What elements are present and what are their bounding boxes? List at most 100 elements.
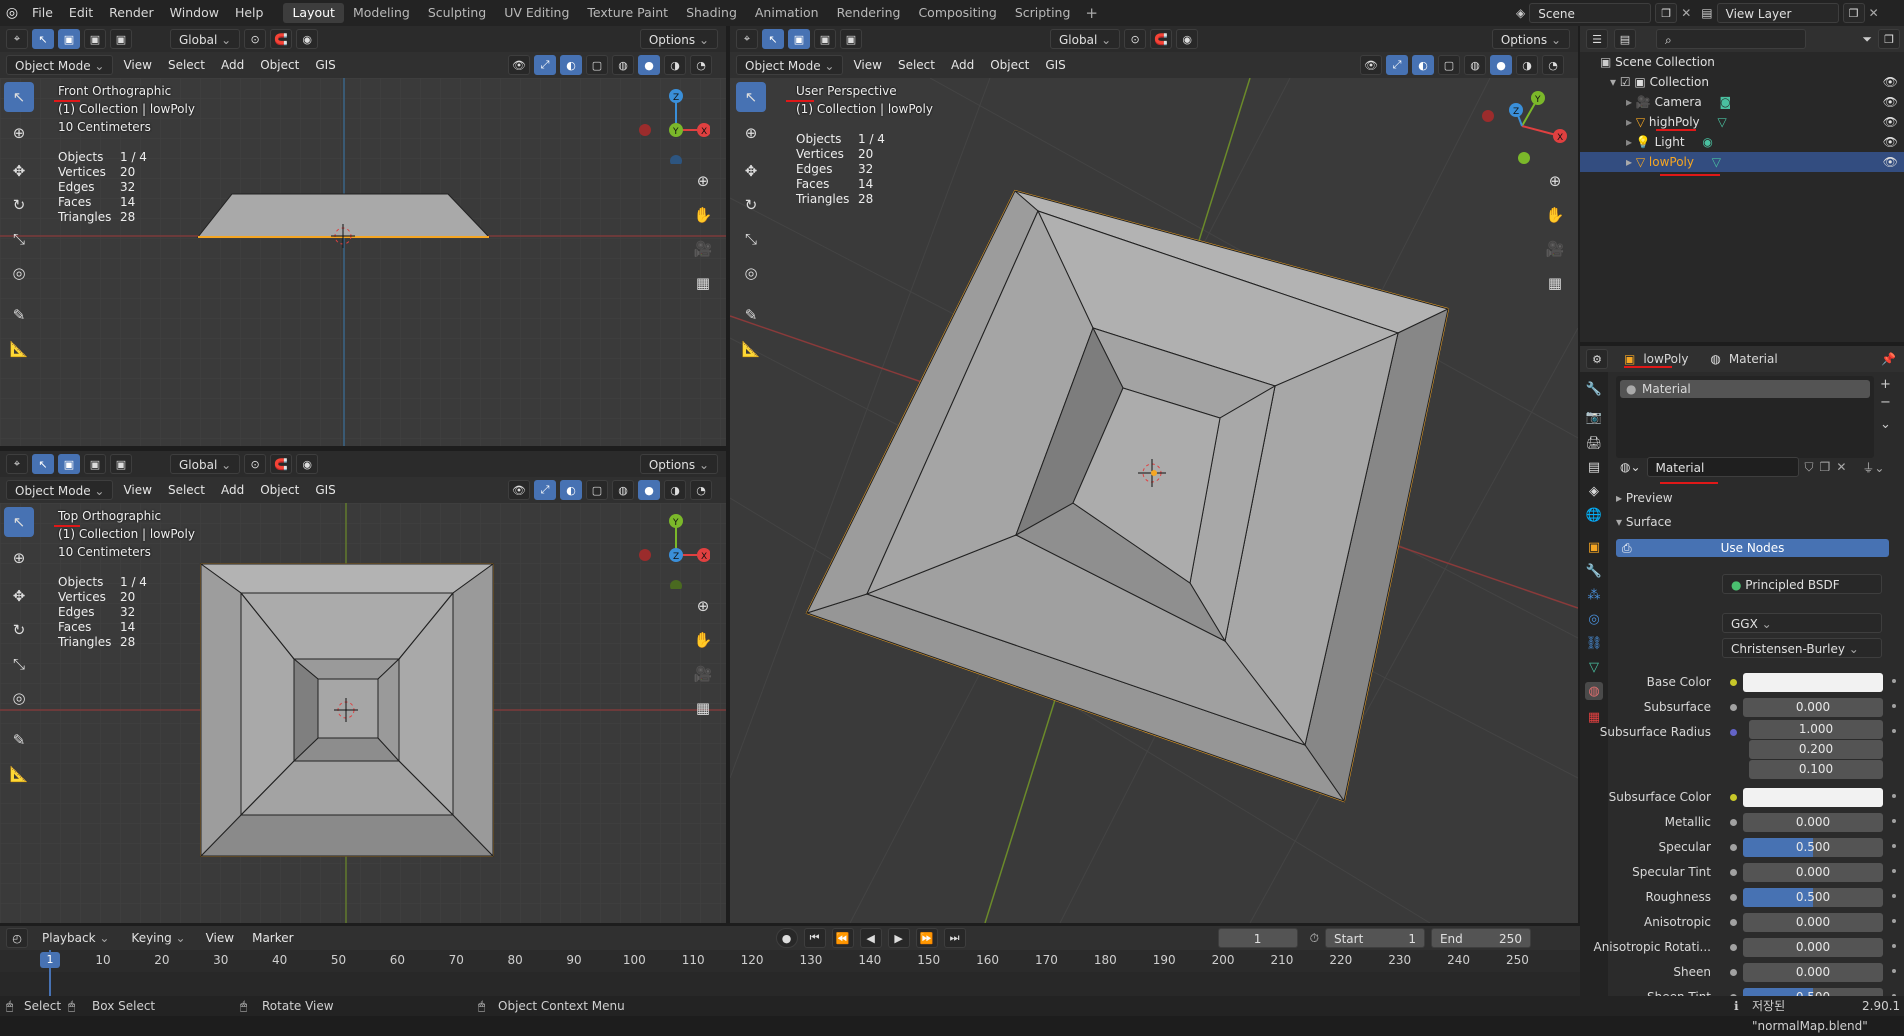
pivot-icon[interactable]: ⊙ xyxy=(1124,29,1147,49)
value-slider[interactable]: 0.000 xyxy=(1743,938,1883,957)
cursor-tool[interactable]: ⊕ xyxy=(4,543,34,573)
menu-select[interactable]: Select xyxy=(892,58,941,72)
duplicate-material-icon[interactable]: ❐ xyxy=(1820,460,1831,474)
render-tab-icon[interactable]: 📷 xyxy=(1585,408,1603,426)
new-collection-icon[interactable]: ❐ xyxy=(1878,29,1900,49)
output-tab-icon[interactable]: 🖨 xyxy=(1585,434,1603,452)
select-box-tool[interactable]: ↖ xyxy=(4,82,34,112)
end-frame-field[interactable]: End 250 xyxy=(1430,928,1531,948)
menu-view[interactable]: View xyxy=(117,58,157,72)
eye-icon[interactable]: 👁 xyxy=(1883,72,1898,92)
world-tab-icon[interactable]: 🌐 xyxy=(1585,506,1603,524)
keyframe-dot[interactable] xyxy=(1892,794,1896,798)
navigation-gizmo[interactable]: Y X Z xyxy=(1482,86,1568,166)
keyframe-dot[interactable] xyxy=(1892,944,1896,948)
subsurface-method-dropdown[interactable]: Christensen-Burley xyxy=(1722,638,1882,658)
scale-tool[interactable]: ⤡ xyxy=(736,224,766,254)
rotate-tool[interactable]: ↻ xyxy=(736,190,766,220)
prev-keyframe-icon[interactable]: ⏪ xyxy=(831,928,854,948)
subsurface-radius-field[interactable]: 0.100 xyxy=(1749,760,1883,779)
xray-icon[interactable]: ▢ xyxy=(586,480,608,500)
preview-panel-header[interactable]: ▸ Preview xyxy=(1616,491,1673,505)
tab-rendering[interactable]: Rendering xyxy=(828,3,910,23)
annotate-tool[interactable]: ✎ xyxy=(4,300,34,330)
fake-user-icon[interactable]: ⛉ xyxy=(1805,460,1814,475)
outliner-editor-type-icon[interactable]: ☰ xyxy=(1586,29,1608,49)
editor-type-icon[interactable]: ⌖ xyxy=(736,29,758,49)
eye-icon[interactable]: 👁 xyxy=(1883,152,1898,172)
shading-material-icon[interactable]: ◑ xyxy=(1516,55,1538,75)
transform-orientation-dropdown[interactable]: Global xyxy=(1050,29,1121,49)
particles-tab-icon[interactable]: ⁂ xyxy=(1585,586,1603,604)
close-scene-icon[interactable]: ✕ xyxy=(1681,6,1691,20)
tab-uv-editing[interactable]: UV Editing xyxy=(495,3,578,23)
menu-object[interactable]: Object xyxy=(254,58,305,72)
select-mode-extend-icon[interactable]: ▣ xyxy=(814,29,836,49)
cursor-tool[interactable]: ⊕ xyxy=(736,118,766,148)
breadcrumb-material[interactable]: Material xyxy=(1729,352,1778,366)
shading-wire-icon[interactable]: ◍ xyxy=(1464,55,1486,75)
socket-dot[interactable] xyxy=(1730,704,1737,711)
gizmo-icon[interactable]: ⤢ xyxy=(534,55,556,75)
object-tab-icon[interactable]: ▣ xyxy=(1585,538,1603,556)
add-workspace-icon[interactable]: + xyxy=(1079,4,1104,22)
close-view-layer-icon[interactable]: ✕ xyxy=(1869,6,1879,20)
keyframe-dot[interactable] xyxy=(1892,819,1896,823)
pivot-icon[interactable]: ⊙ xyxy=(244,454,267,474)
menu-gis[interactable]: GIS xyxy=(309,483,341,497)
outliner-item-lowpoly[interactable]: ▸ ▽ lowPoly ▽ 👁 xyxy=(1580,152,1904,172)
options-dropdown[interactable]: Options xyxy=(639,454,718,474)
transform-tool[interactable]: ◎ xyxy=(736,258,766,288)
display-mode-icon[interactable]: ▤ xyxy=(1614,29,1636,49)
move-tool[interactable]: ✥ xyxy=(4,156,34,186)
current-frame-field[interactable]: 1 xyxy=(1217,928,1298,948)
expand-icon[interactable]: ▾ xyxy=(1610,75,1620,89)
select-mode-extend-icon[interactable]: ▣ xyxy=(84,454,106,474)
measure-tool[interactable]: 📐 xyxy=(4,759,34,789)
select-box-tool[interactable]: ↖ xyxy=(736,82,766,112)
tab-shading[interactable]: Shading xyxy=(677,3,746,23)
eye-icon[interactable]: 👁 xyxy=(1883,132,1898,152)
filter-icon[interactable]: ⏷ xyxy=(1862,32,1872,47)
options-dropdown[interactable]: Options xyxy=(1491,29,1570,49)
menu-select[interactable]: Select xyxy=(162,483,211,497)
viewport-top[interactable]: ⌖ ↖ ▣ ▣ ▣ Global ⊙ 🧲 ◉ Options Object Mo… xyxy=(0,451,726,923)
ortho-grid-icon[interactable]: ▦ xyxy=(690,695,716,721)
transform-tool[interactable]: ◎ xyxy=(4,683,34,713)
keyframe-dot[interactable] xyxy=(1892,729,1896,733)
collection-row[interactable]: ▾ ☑ ▣ Collection 👁 xyxy=(1580,72,1904,92)
pan-hand-icon[interactable]: ✋ xyxy=(690,202,716,228)
object-mode-dropdown[interactable]: Object Mode xyxy=(6,480,114,500)
menu-add[interactable]: Add xyxy=(215,483,250,497)
transform-orientation-dropdown[interactable]: Global xyxy=(170,29,241,49)
keyframe-dot[interactable] xyxy=(1892,844,1896,848)
tab-compositing[interactable]: Compositing xyxy=(909,3,1005,23)
tab-scripting[interactable]: Scripting xyxy=(1006,3,1080,23)
shading-render-icon[interactable]: ◔ xyxy=(690,480,712,500)
value-slider[interactable]: 0.000 xyxy=(1743,913,1883,932)
color-swatch[interactable] xyxy=(1743,673,1883,692)
cursor-tool[interactable]: ⊕ xyxy=(4,118,34,148)
shading-wire-icon[interactable]: ◍ xyxy=(612,55,634,75)
select-mode-new-icon[interactable]: ▣ xyxy=(58,454,80,474)
physics-tab-icon[interactable]: ◎ xyxy=(1585,610,1603,628)
annotate-tool[interactable]: ✎ xyxy=(736,300,766,330)
gizmo-icon[interactable]: ⤢ xyxy=(1386,55,1408,75)
menu-window[interactable]: Window xyxy=(162,0,227,26)
value-slider[interactable]: 0.500 xyxy=(1743,888,1883,907)
shading-wire-icon[interactable]: ◍ xyxy=(612,480,634,500)
breadcrumb-object[interactable]: lowPoly xyxy=(1643,352,1688,366)
view-layer-tab-icon[interactable]: ▤ xyxy=(1585,458,1603,476)
keyframe-dot[interactable] xyxy=(1892,679,1896,683)
navigation-gizmo[interactable]: Y X Z xyxy=(630,509,710,589)
rotate-tool[interactable]: ↻ xyxy=(4,615,34,645)
keying-menu[interactable]: Keying xyxy=(123,928,193,948)
menu-gis[interactable]: GIS xyxy=(309,58,341,72)
socket-dot[interactable] xyxy=(1730,919,1737,926)
node-link-icon[interactable]: ⏚⌄ xyxy=(1862,459,1884,476)
scale-tool[interactable]: ⤡ xyxy=(4,649,34,679)
transform-orientation-dropdown[interactable]: Global xyxy=(170,454,241,474)
data-tab-icon[interactable]: ▽ xyxy=(1585,658,1603,676)
outliner-item-light[interactable]: ▸ 💡 Light ◉ 👁 xyxy=(1580,132,1904,152)
outliner-item-camera[interactable]: ▸ 🎥 Camera ◙ 👁 xyxy=(1580,92,1904,112)
